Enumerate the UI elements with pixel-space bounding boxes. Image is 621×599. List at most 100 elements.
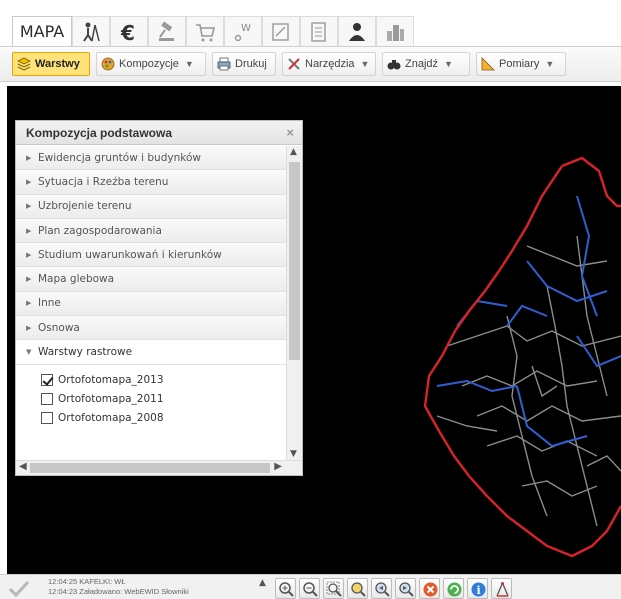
layer-group[interactable]: ▶ Sytuacja i Rzeźba terenu: [16, 170, 286, 195]
coordinates-button[interactable]: [491, 578, 512, 599]
buildings-icon: [387, 25, 404, 41]
zoom-box-icon: [326, 581, 342, 597]
layer-group-label: Ewidencja gruntów i budynków: [38, 151, 201, 164]
status-line: 12:04:23 Załadowano: WebEWID Słowniki: [48, 587, 189, 596]
measure-button[interactable]: Pomiary ▼: [476, 52, 566, 76]
chevron-right-icon: ▶: [26, 177, 32, 186]
zoom-next-icon: [399, 582, 414, 597]
svg-text:i: i: [477, 584, 481, 597]
layer-group[interactable]: ▶ Studium uwarunkowań i kierunków: [16, 243, 286, 268]
refresh-icon: [447, 582, 462, 597]
zoom-extent-icon: [351, 582, 366, 597]
chevron-right-icon: ▶: [26, 202, 32, 211]
compositions-button[interactable]: Kompozycje ▼: [96, 52, 206, 76]
tab-edit[interactable]: [262, 16, 300, 46]
tab-auction[interactable]: [148, 16, 186, 46]
tools-icon: [288, 58, 300, 70]
close-icon[interactable]: ×: [286, 125, 294, 140]
panel-title: Kompozycja podstawowa: [26, 125, 173, 140]
layer-group-label: Sytuacja i Rzeźba terenu: [38, 175, 169, 188]
layer-group-label: Plan zagospodarowania: [38, 224, 162, 237]
zoom-box-button[interactable]: [323, 578, 344, 599]
layer-checkbox[interactable]: [41, 412, 53, 425]
chevron-right-icon: ▶: [26, 226, 32, 235]
scroll-up-icon[interactable]: ▲: [290, 147, 297, 157]
printer-icon: [217, 57, 231, 71]
panel-horizontal-scrollbar[interactable]: ◀ ▶: [16, 460, 302, 475]
panel-vertical-scrollbar[interactable]: ▲ ▼: [286, 146, 302, 460]
zoom-out-button[interactable]: [299, 578, 320, 599]
status-bar: 12:04:25 KAFELKI: WŁ 12:04:23 Załadowano…: [0, 574, 621, 599]
tools-button[interactable]: Narzędzia ▼: [282, 52, 376, 76]
tab-users[interactable]: [338, 16, 376, 46]
tab-survey[interactable]: [72, 16, 110, 46]
scroll-right-icon[interactable]: ▶: [274, 461, 282, 472]
cancel-icon: [423, 582, 438, 597]
layer-checkbox-checked[interactable]: [41, 374, 53, 387]
binoculars-icon: [387, 60, 401, 70]
chevron-down-icon: ▼: [184, 59, 194, 69]
layer-group[interactable]: ▶ Plan zagospodarowania: [16, 218, 286, 244]
compositions-icon: [101, 57, 115, 71]
layer-group[interactable]: ▶ Osnowa: [16, 316, 286, 341]
layer-group-label: Inne: [38, 297, 61, 310]
tab-finance[interactable]: €: [110, 16, 148, 46]
euro-icon: €: [120, 21, 135, 43]
find-button[interactable]: Znajdź ▼: [382, 52, 470, 76]
main-toolbar: Warstwy Kompozycje ▼ Drukuj Narzędzia ▼ …: [0, 46, 621, 82]
layer-group[interactable]: ▶ Uzbrojenie terenu: [16, 194, 286, 219]
zoom-previous-icon: [375, 582, 390, 597]
document-list-icon: [311, 22, 326, 42]
layer-item[interactable]: Ortofotomapa_2008: [16, 409, 286, 428]
layers-button-label: Warstwy: [35, 58, 80, 70]
top-tab-bar: MAPA € W: [0, 0, 621, 46]
zoom-extent-button[interactable]: [347, 578, 368, 599]
chevron-down-icon: ▼: [360, 59, 370, 69]
cart-icon: [196, 24, 216, 42]
layer-label: Ortofotomapa_2008: [58, 412, 164, 425]
layer-group[interactable]: ▶ Ewidencja gruntów i budynków: [16, 146, 286, 171]
layers-panel: Kompozycja podstawowa × ▶ Ewidencja grunt…: [15, 120, 303, 476]
tab-mapa[interactable]: MAPA: [12, 16, 72, 46]
zoom-in-icon: [279, 582, 294, 597]
checkmark-icon: [8, 580, 30, 597]
status-line: 12:04:25 KAFELKI: WŁ: [48, 577, 126, 586]
users-icon: [349, 23, 365, 41]
layer-item[interactable]: Ortofotomapa_2011: [16, 390, 286, 409]
print-button-label: Drukuj: [235, 58, 267, 70]
layer-group-open[interactable]: ▼ Warstwy rastrowe: [16, 340, 286, 365]
layers-button[interactable]: Warstwy: [12, 52, 90, 76]
chevron-down-icon: ▼: [444, 59, 453, 69]
print-button[interactable]: Drukuj: [212, 52, 276, 76]
scrollbar-thumb[interactable]: [30, 463, 270, 473]
gavel-icon: [159, 21, 174, 41]
chevron-right-icon: ▶: [26, 275, 32, 284]
layer-group[interactable]: ▶ Mapa glebowa: [16, 267, 286, 292]
layer-group-label: Studium uwarunkowań i kierunków: [38, 248, 222, 261]
tools-button-label: Narzędzia: [305, 58, 355, 70]
zoom-previous-button[interactable]: [371, 578, 392, 599]
zoom-out-icon: [303, 582, 318, 597]
tab-buildings[interactable]: [376, 16, 414, 46]
svg-text:W: W: [241, 23, 251, 34]
refresh-button[interactable]: [443, 578, 464, 599]
chevron-right-icon: ▶: [26, 299, 32, 308]
tab-documents[interactable]: [300, 16, 338, 46]
zoom-next-button[interactable]: [395, 578, 416, 599]
layer-group-label: Mapa glebowa: [38, 273, 115, 286]
zoom-in-button[interactable]: [275, 578, 296, 599]
scrollbar-thumb[interactable]: [289, 162, 300, 360]
layer-group[interactable]: ▶ Inne: [16, 291, 286, 317]
scroll-left-icon[interactable]: ◀: [19, 461, 27, 472]
chevron-up-icon[interactable]: ▲: [259, 578, 266, 588]
tab-water[interactable]: W: [224, 16, 262, 46]
info-button[interactable]: i: [467, 578, 488, 599]
cancel-button[interactable]: [419, 578, 440, 599]
chevron-down-icon: ▼: [545, 59, 555, 69]
layer-group-label: Osnowa: [38, 321, 80, 334]
tab-cart[interactable]: [186, 16, 224, 46]
chevron-down-icon: ▼: [26, 348, 32, 357]
layer-checkbox[interactable]: [41, 393, 53, 406]
layer-item[interactable]: Ortofotomapa_2013: [16, 371, 286, 390]
scroll-down-icon[interactable]: ▼: [290, 449, 297, 459]
